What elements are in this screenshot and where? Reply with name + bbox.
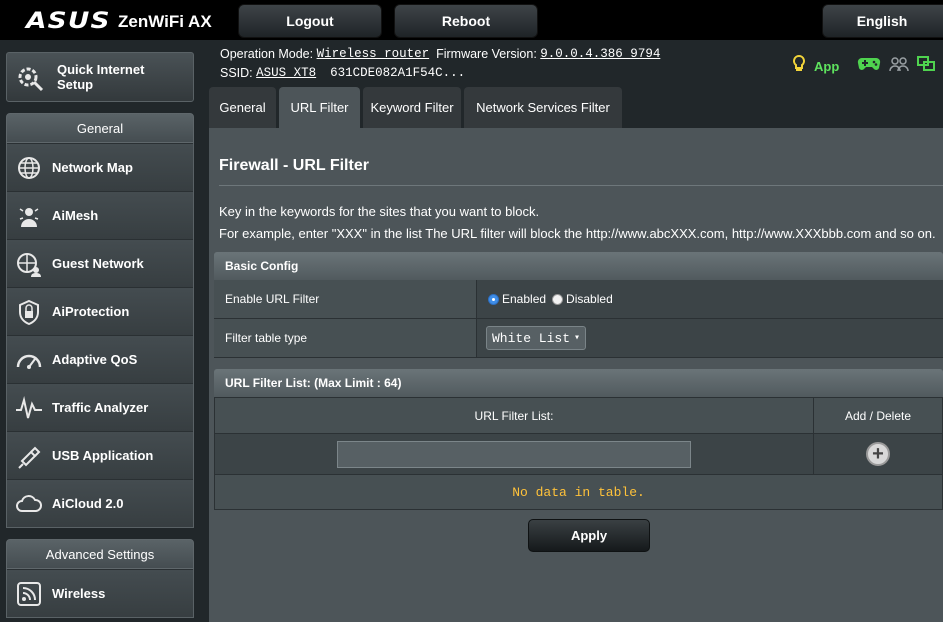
model-name: ZenWiFi AX	[118, 11, 212, 31]
sidebar-item-label: AiMesh	[52, 208, 99, 223]
sidebar-item-label: AiCloud 2.0	[52, 496, 124, 511]
globe-icon	[15, 154, 43, 182]
col-url-filter-list: URL Filter List:	[215, 398, 814, 433]
ssid-link[interactable]: ASUS_XT8	[256, 66, 316, 80]
add-cell: +	[814, 434, 942, 474]
traffic-icon	[15, 394, 43, 422]
enable-url-filter-row: Enable URL Filter Enabled Disabled	[214, 280, 943, 319]
sidebar-item-adaptive-qos[interactable]: Adaptive QoS	[7, 335, 193, 383]
sidebar-item-guest-network[interactable]: Guest Network	[7, 239, 193, 287]
gamepad-icon[interactable]	[857, 56, 881, 76]
enable-url-filter-label: Enable URL Filter	[214, 280, 477, 318]
aimesh-icon	[15, 202, 43, 230]
reboot-button[interactable]: Reboot	[394, 4, 538, 38]
sidebar-item-label: AiProtection	[52, 304, 130, 319]
url-filter-input[interactable]	[337, 440, 691, 468]
filter-table-type-row: Filter table type White List ▾	[214, 319, 943, 358]
tab-bar: General URL Filter Keyword Filter Networ…	[209, 87, 622, 128]
page-title: Firewall - URL Filter	[219, 157, 369, 174]
asus-logo: ASUS	[26, 9, 111, 34]
tab-url-filter[interactable]: URL Filter	[279, 87, 360, 128]
general-section-header: General	[6, 113, 194, 143]
sidebar-item-label: Wireless	[52, 586, 106, 601]
advanced-menu: Wireless	[6, 569, 194, 618]
basic-config-header: Basic Config	[214, 252, 943, 280]
general-menu: Network Map AiMesh Guest Network AiProte…	[6, 143, 194, 528]
filter-table-type-select[interactable]: White List ▾	[486, 326, 586, 350]
filter-table-type-label: Filter table type	[214, 319, 477, 357]
sidebar-item-aimesh[interactable]: AiMesh	[7, 191, 193, 239]
no-data-message: No data in table.	[215, 475, 942, 509]
sidebar-item-label: Guest Network	[52, 256, 144, 271]
url-filter-input-row: +	[215, 434, 942, 475]
filter-table-type-value: White List	[492, 330, 571, 346]
enable-url-filter-options: Enabled Disabled	[477, 280, 943, 318]
sidebar-item-label: Traffic Analyzer	[52, 400, 149, 415]
usb-icon	[15, 442, 43, 470]
speedometer-icon	[15, 346, 43, 374]
network-status-icon[interactable]	[917, 56, 936, 76]
top-bar: ASUS ZenWiFi AX Logout Reboot English	[0, 0, 943, 40]
qis-label: Quick Internet Setup	[57, 62, 145, 92]
app-link[interactable]: App	[814, 59, 839, 74]
tab-network-services-filter[interactable]: Network Services Filter	[464, 87, 622, 128]
sidebar-item-label: Network Map	[52, 160, 133, 175]
url-filter-list-header: URL Filter List: (Max Limit : 64)	[214, 369, 943, 397]
cloud-icon	[15, 490, 43, 518]
sidebar-item-wireless[interactable]: Wireless	[7, 569, 193, 617]
status-icons: App	[792, 54, 943, 77]
firmware-label: Firmware Version:	[436, 46, 537, 61]
sidebar-item-usb-application[interactable]: USB Application	[7, 431, 193, 479]
page-description: Key in the keywords for the sites that y…	[219, 201, 936, 245]
brand: ASUS ZenWiFi AX	[26, 9, 212, 34]
chevron-down-icon: ▾	[574, 333, 581, 344]
tab-keyword-filter[interactable]: Keyword Filter	[363, 87, 461, 128]
lightbulb-icon[interactable]	[792, 54, 806, 77]
sidebar-item-network-map[interactable]: Network Map	[7, 143, 193, 191]
title-divider	[219, 185, 943, 186]
main-content: Firewall - URL Filter Key in the keyword…	[209, 128, 943, 622]
description-line-2: For example, enter "XXX" in the list The…	[219, 226, 936, 241]
tab-general[interactable]: General	[209, 87, 276, 128]
enabled-radio[interactable]: Enabled	[488, 292, 546, 306]
apply-button[interactable]: Apply	[528, 519, 650, 552]
clients-icon[interactable]	[889, 56, 910, 76]
ssid-label: SSID:	[220, 65, 253, 80]
advanced-settings-header: Advanced Settings	[6, 539, 194, 569]
logout-button[interactable]: Logout	[238, 4, 382, 38]
wifi-icon	[15, 580, 43, 608]
op-mode-link[interactable]: Wireless router	[317, 47, 430, 61]
sidebar-item-label: Adaptive QoS	[52, 352, 138, 367]
quick-internet-setup-button[interactable]: Quick Internet Setup	[6, 52, 194, 102]
url-input-cell	[215, 434, 814, 474]
ssid-mac: 631CDE082A1F54C...	[330, 65, 466, 80]
filter-table-type-cell: White List ▾	[477, 319, 943, 357]
guest-network-icon	[15, 250, 43, 278]
language-select[interactable]: English	[822, 4, 943, 38]
col-add-delete: Add / Delete	[844, 408, 912, 423]
radio-unselected-icon	[552, 293, 564, 305]
sidebar-item-label: USB Application	[52, 448, 154, 463]
setup-wizard-icon	[13, 59, 49, 95]
description-line-1: Key in the keywords for the sites that y…	[219, 204, 540, 219]
add-plus-icon[interactable]: +	[866, 442, 890, 466]
url-filter-table-header: URL Filter List: Add / Delete	[215, 398, 942, 434]
op-mode-label: Operation Mode:	[220, 46, 314, 61]
sidebar-item-aicloud[interactable]: AiCloud 2.0	[7, 479, 193, 527]
disabled-radio-label: Disabled	[566, 292, 613, 306]
firmware-link[interactable]: 9.0.0.4.386_9794	[540, 47, 660, 61]
radio-selected-icon	[488, 293, 499, 305]
sidebar-item-traffic-analyzer[interactable]: Traffic Analyzer	[7, 383, 193, 431]
disabled-radio[interactable]: Disabled	[552, 292, 613, 306]
enabled-radio-label: Enabled	[502, 292, 547, 306]
status-info: Operation Mode: Wireless router Firmware…	[220, 44, 660, 82]
shield-icon	[15, 298, 43, 326]
url-filter-table: URL Filter List: Add / Delete + No data …	[214, 397, 943, 510]
sidebar-item-aiprotection[interactable]: AiProtection	[7, 287, 193, 335]
